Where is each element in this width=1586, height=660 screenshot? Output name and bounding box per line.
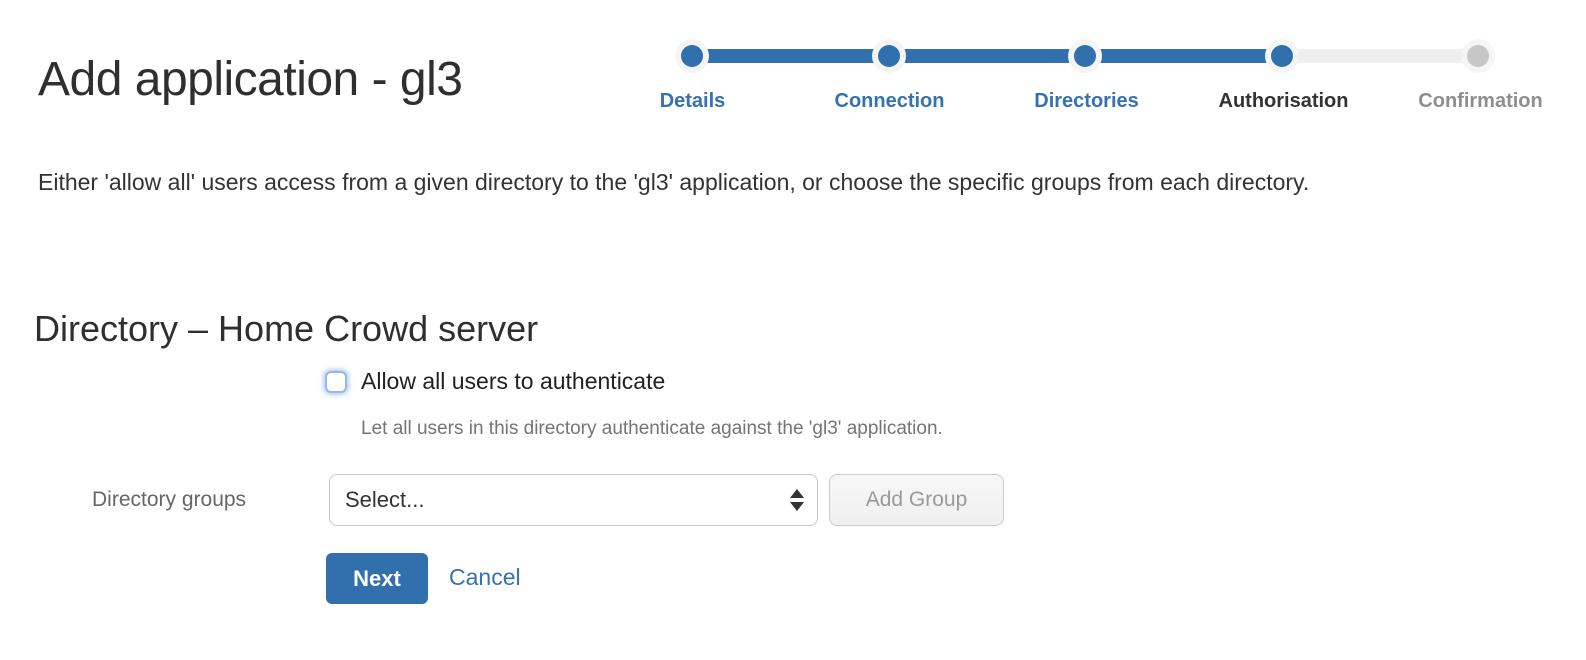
step-dot-connection — [878, 45, 900, 67]
allow-all-label: Allow all users to authenticate — [361, 368, 665, 395]
select-updown-icon — [790, 489, 804, 511]
add-application-wizard-page: Add application - gl3 Details Connection… — [0, 0, 1586, 660]
step-label-authorisation: Authorisation — [1185, 90, 1382, 113]
wizard-progress-stepper: Details Connection Directories Authorisa… — [594, 40, 1579, 120]
directory-section-heading: Directory – Home Crowd server — [34, 308, 538, 350]
step-label-confirmation: Confirmation — [1382, 90, 1579, 113]
directory-groups-select-value: Select... — [345, 487, 424, 513]
add-group-button[interactable]: Add Group — [829, 474, 1004, 526]
allow-all-help-text: Let all users in this directory authenti… — [361, 418, 943, 440]
arrow-up-icon — [790, 489, 804, 498]
next-button[interactable]: Next — [326, 553, 428, 604]
step-dot-authorisation — [1271, 45, 1293, 67]
allow-all-row: Allow all users to authenticate — [325, 368, 665, 395]
directory-groups-label: Directory groups — [92, 488, 246, 512]
step-label-connection[interactable]: Connection — [791, 90, 988, 113]
step-labels: Details Connection Directories Authorisa… — [594, 90, 1579, 113]
step-dot-details — [681, 45, 703, 67]
progress-track-completed — [692, 49, 1283, 63]
arrow-down-icon — [790, 502, 804, 511]
allow-all-checkbox[interactable] — [325, 371, 347, 393]
step-dot-confirmation — [1467, 45, 1489, 67]
directory-groups-select[interactable]: Select... — [329, 474, 818, 526]
step-label-details[interactable]: Details — [594, 90, 791, 113]
intro-text: Either 'allow all' users access from a g… — [38, 162, 1470, 202]
cancel-link[interactable]: Cancel — [449, 564, 521, 591]
step-label-directories[interactable]: Directories — [988, 90, 1185, 113]
page-title: Add application - gl3 — [38, 52, 462, 107]
step-dot-directories — [1074, 45, 1096, 67]
